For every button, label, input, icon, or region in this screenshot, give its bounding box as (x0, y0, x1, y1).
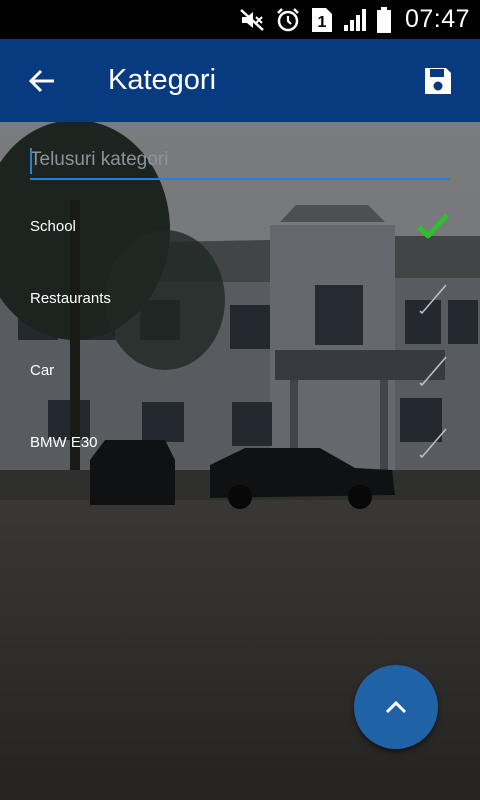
category-label: School (30, 217, 76, 235)
floppy-disk-icon (425, 67, 451, 94)
search-input[interactable] (30, 146, 450, 180)
battery-icon (376, 0, 391, 39)
sim-slot-label: 1 (317, 14, 326, 31)
category-label: BMW E30 (30, 433, 98, 451)
app-bar: Kategori (0, 39, 480, 122)
back-button[interactable] (0, 39, 84, 122)
checkmark-unselected-icon[interactable] (416, 281, 450, 315)
sim-1-icon: 1 (311, 0, 333, 39)
checkmark-unselected-icon[interactable] (416, 425, 450, 459)
category-label: Car (30, 361, 55, 379)
alarm-icon (275, 0, 301, 39)
checkmark-selected-icon[interactable] (416, 209, 450, 243)
category-item-car[interactable]: Car (0, 334, 480, 406)
signal-icon (343, 0, 367, 39)
checkmark-unselected-icon[interactable] (416, 353, 450, 387)
status-bar: 1 07:47 (0, 0, 480, 39)
arrow-left-icon (28, 69, 54, 92)
category-list: School Restaurants Car BMW E30 (0, 190, 480, 478)
category-item-restaurants[interactable]: Restaurants (0, 262, 480, 334)
muted-icon (239, 0, 265, 39)
page-title: Kategori (108, 64, 217, 96)
text-caret (30, 148, 32, 174)
category-item-bmw-e30[interactable]: BMW E30 (0, 406, 480, 478)
search-container (30, 146, 450, 182)
scroll-top-fab[interactable] (354, 665, 438, 749)
category-label: Restaurants (30, 289, 111, 307)
chevron-up-icon (385, 700, 407, 714)
status-time: 07:47 (404, 5, 470, 33)
save-button[interactable] (396, 39, 480, 122)
category-item-school[interactable]: School (0, 190, 480, 262)
